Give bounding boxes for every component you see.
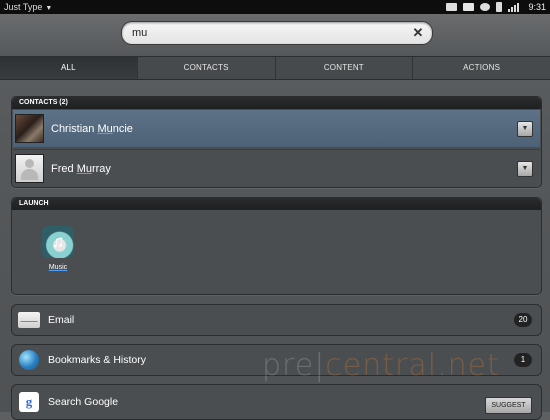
action-label: Bookmarks & History (48, 354, 147, 366)
app-name-label: Just Type (4, 2, 43, 12)
launch-header: LAUNCH (12, 198, 541, 210)
search-box[interactable]: ✕ (121, 21, 433, 45)
avatar (15, 114, 44, 143)
chevron-down-icon: ▼ (45, 5, 53, 12)
chat-bubble-icon[interactable] (480, 3, 491, 11)
status-icons: 9:31 (446, 0, 546, 14)
count-badge: 20 (514, 313, 532, 327)
battery-icon (496, 2, 503, 12)
tab-content[interactable]: CONTENT (276, 57, 414, 79)
suggest-button[interactable]: SUGGEST (485, 397, 532, 414)
search-input[interactable] (132, 22, 402, 44)
filter-tabs: ALL CONTACTS CONTENT ACTIONS (0, 56, 550, 80)
contact-name: Fred Murray (51, 162, 111, 175)
email-action[interactable]: Email 20 (11, 304, 542, 336)
contacts-header: CONTACTS (2) (12, 97, 541, 109)
clear-icon[interactable]: ✕ (411, 26, 425, 40)
count-badge: 1 (514, 353, 532, 367)
contacts-panel: CONTACTS (2) Christian Muncie ▼ Fred Mur… (11, 96, 542, 188)
music-note-icon: ♫ (42, 226, 74, 258)
action-label: Search Google (48, 396, 119, 408)
avatar-placeholder-icon (15, 154, 44, 183)
chevron-down-icon[interactable]: ▼ (517, 121, 533, 137)
globe-icon (18, 349, 40, 371)
app-label: Music (48, 264, 68, 271)
tab-all[interactable]: ALL (0, 57, 138, 79)
chevron-down-icon[interactable]: ▼ (517, 161, 533, 177)
contact-name: Christian Muncie (51, 122, 133, 135)
launch-panel: LAUNCH ♫ Music (11, 197, 542, 295)
watermark: pre|central.net (262, 348, 500, 383)
notification-icon[interactable] (446, 3, 458, 11)
contact-row[interactable]: Christian Muncie ▼ (13, 110, 540, 147)
google-icon: g (18, 391, 40, 413)
status-bar: Just Type ▼ 9:31 (0, 0, 550, 14)
search-google-action[interactable]: g Search Google SUGGEST (11, 384, 542, 420)
wifi-signal-icon (508, 2, 520, 12)
tab-contacts[interactable]: CONTACTS (138, 57, 276, 79)
envelope-icon (18, 309, 40, 331)
action-label: Email (48, 314, 75, 326)
app-launcher-music[interactable]: ♫ Music (33, 226, 83, 271)
contact-row[interactable]: Fred Murray ▼ (13, 149, 540, 187)
tab-actions[interactable]: ACTIONS (413, 57, 550, 79)
clock: 9:31 (528, 2, 546, 12)
mail-icon[interactable] (463, 3, 475, 11)
